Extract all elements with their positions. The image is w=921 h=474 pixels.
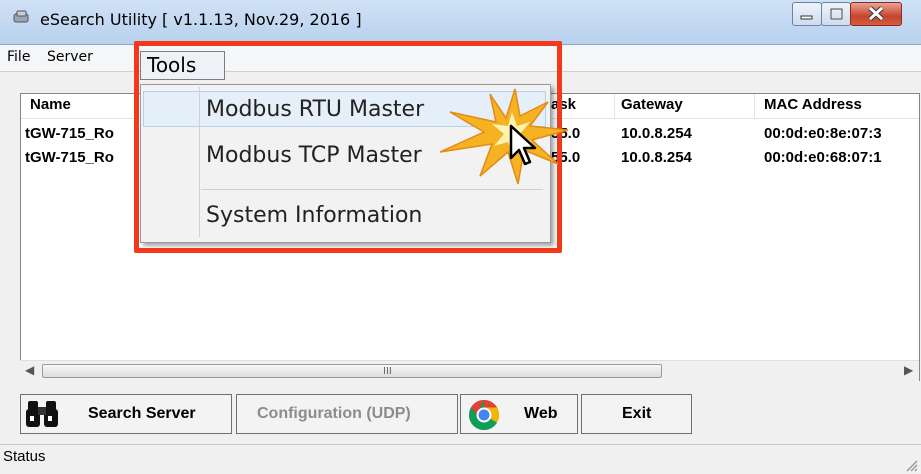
configuration-udp-button[interactable]: Configuration (UDP)	[236, 394, 458, 434]
menu-bar: File Server	[0, 45, 921, 72]
col-mac[interactable]: MAC Address	[764, 96, 862, 113]
menu-tools[interactable]: Tools	[140, 51, 225, 80]
row-name: tGW-715_Ro	[25, 125, 114, 142]
web-button[interactable]: Web	[460, 394, 578, 434]
search-server-label: Search Server	[88, 405, 196, 422]
menu-item-system-information[interactable]: System Information	[206, 203, 422, 228]
scroll-grip: III	[383, 366, 392, 377]
row-mac: 00:0d:e0:8e:07:3	[764, 125, 882, 142]
row-gateway: 10.0.8.254	[621, 149, 692, 166]
scroll-thumb[interactable]: III	[42, 364, 662, 378]
close-icon	[868, 6, 884, 21]
row-name: tGW-715_Ro	[25, 149, 114, 166]
app-icon	[13, 10, 29, 23]
row-gateway: 10.0.8.254	[621, 125, 692, 142]
header-divider[interactable]	[614, 94, 615, 118]
configuration-udp-label: Configuration (UDP)	[257, 405, 411, 422]
cursor-icon	[509, 124, 537, 166]
web-label: Web	[524, 405, 558, 422]
resize-grip-icon[interactable]	[903, 457, 919, 473]
scroll-left-icon[interactable]: ◀	[25, 363, 34, 377]
menu-item-modbus-rtu-master[interactable]: Modbus RTU Master	[206, 97, 424, 122]
window-title: eSearch Utility [ v1.1.13, Nov.29, 2016 …	[40, 10, 362, 29]
status-text: Status	[3, 448, 46, 465]
exit-label: Exit	[622, 405, 652, 422]
header-divider[interactable]	[754, 94, 755, 118]
status-bar: Status	[0, 444, 921, 474]
menu-item-modbus-tcp-master[interactable]: Modbus TCP Master	[206, 143, 422, 168]
horizontal-scrollbar[interactable]: ◀ III ▶	[20, 360, 919, 381]
search-server-button[interactable]: Search Server	[20, 394, 232, 434]
scroll-right-icon[interactable]: ▶	[904, 363, 913, 377]
exit-button[interactable]: Exit	[581, 394, 692, 434]
binoculars-icon	[26, 401, 58, 427]
chrome-icon	[468, 400, 500, 431]
menu-file[interactable]: File	[7, 49, 30, 65]
maximize-icon	[830, 8, 843, 20]
col-name[interactable]: Name	[30, 96, 71, 113]
minimize-icon	[800, 15, 813, 20]
row-mac: 00:0d:e0:68:07:1	[764, 149, 882, 166]
esearch-window: eSearch Utility [ v1.1.13, Nov.29, 2016 …	[0, 0, 921, 474]
minimize-button[interactable]	[792, 2, 822, 26]
menu-icon-gutter	[199, 87, 200, 237]
col-gateway[interactable]: Gateway	[621, 96, 683, 113]
maximize-button[interactable]	[821, 2, 851, 26]
starburst-icon	[439, 88, 569, 185]
close-button[interactable]	[850, 2, 902, 26]
menu-server[interactable]: Server	[47, 49, 93, 65]
title-bar: eSearch Utility [ v1.1.13, Nov.29, 2016 …	[0, 0, 921, 45]
